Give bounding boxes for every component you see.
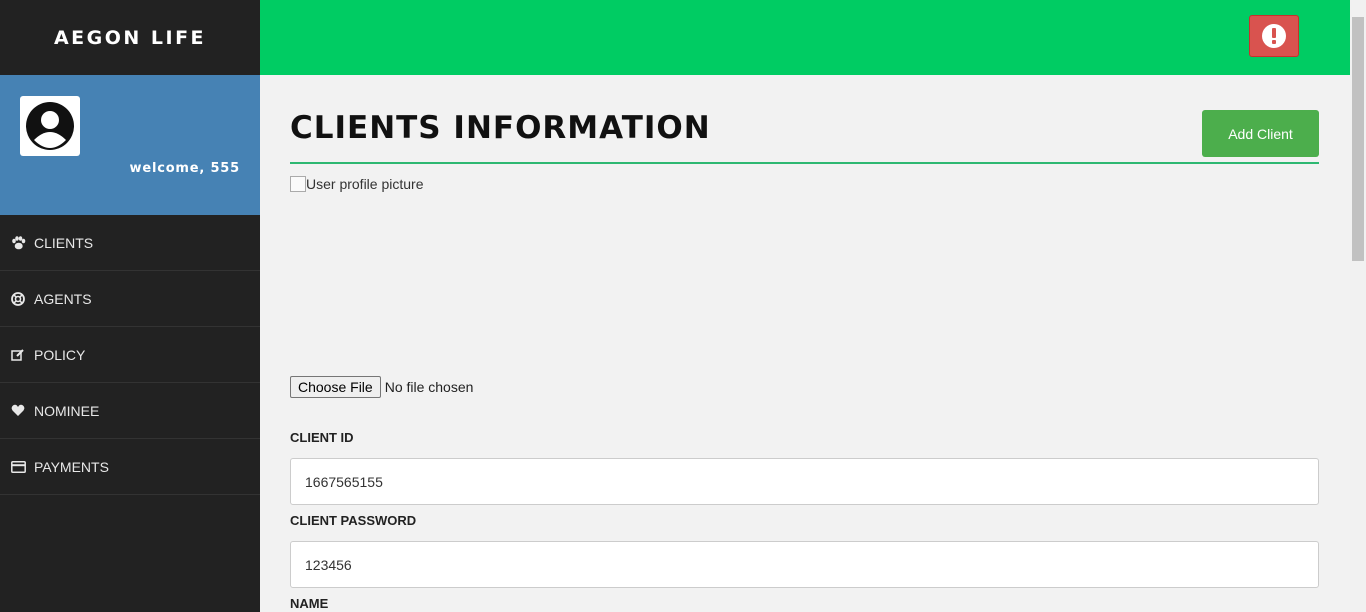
welcome-text: welcome, 555	[129, 161, 240, 176]
profile-picture-alt: User profile picture	[306, 176, 424, 192]
page-title: CLIENTS INFORMATION	[290, 110, 711, 146]
heart-icon	[10, 403, 26, 419]
sidebar-item-label: PAYMENTS	[34, 458, 109, 475]
profile-panel: welcome, 555	[0, 75, 260, 215]
sidebar-item-label: NOMINEE	[34, 402, 100, 419]
paw-icon	[10, 235, 26, 251]
client-password-field[interactable]	[290, 541, 1319, 588]
sidebar-item-clients[interactable]: CLIENTS	[0, 215, 260, 271]
choose-file-button[interactable]: Choose File	[290, 376, 381, 398]
client-password-label: CLIENT PASSWORD	[290, 513, 417, 528]
sidebar-item-policy[interactable]: POLICY	[0, 327, 260, 383]
sidebar-item-nominee[interactable]: NOMINEE	[0, 383, 260, 439]
client-id-field[interactable]	[290, 458, 1319, 505]
top-bar	[260, 0, 1350, 75]
sidebar: AEGON LIFE welcome, 555 CLIENTS AGENTS P…	[0, 0, 260, 612]
file-upload: Choose File No file chosen	[290, 376, 473, 398]
name-label: NAME	[290, 596, 329, 611]
credit-card-icon	[10, 459, 26, 475]
sidebar-item-payments[interactable]: PAYMENTS	[0, 439, 260, 495]
avatar	[20, 96, 80, 156]
user-circle-icon	[26, 102, 74, 150]
life-ring-icon	[10, 291, 26, 307]
exclamation-circle-icon	[1262, 24, 1286, 48]
client-id-label: CLIENT ID	[290, 430, 354, 445]
sidebar-item-label: CLIENTS	[34, 234, 94, 251]
scrollbar-thumb[interactable]	[1352, 17, 1364, 261]
title-divider	[290, 162, 1319, 164]
sidebar-item-agents[interactable]: AGENTS	[0, 271, 260, 327]
file-status: No file chosen	[384, 379, 474, 395]
sidebar-item-label: POLICY	[34, 346, 86, 363]
sidebar-item-label: AGENTS	[34, 290, 92, 307]
edit-icon	[10, 347, 26, 363]
scrollbar[interactable]	[1350, 0, 1366, 612]
profile-picture: User profile picture	[290, 176, 424, 192]
broken-image-icon	[290, 176, 306, 192]
alert-button[interactable]	[1249, 15, 1299, 57]
brand-logo: AEGON LIFE	[53, 26, 207, 49]
add-client-button[interactable]: Add Client	[1202, 110, 1319, 157]
